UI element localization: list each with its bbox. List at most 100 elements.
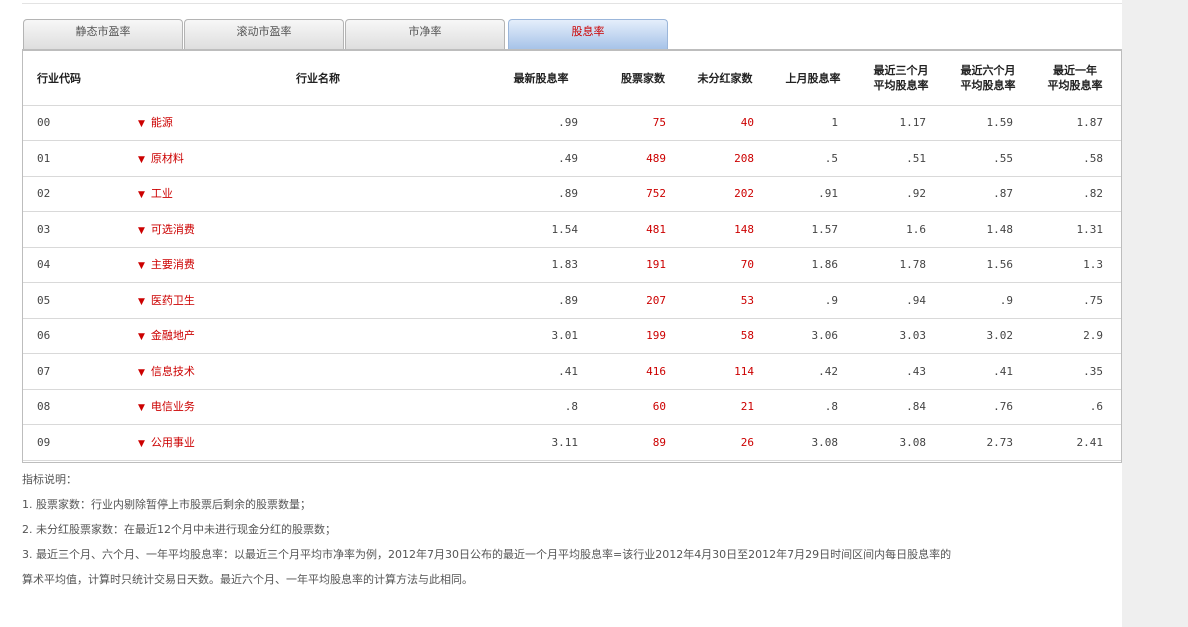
caret-down-icon: ▼ bbox=[138, 403, 145, 413]
industry-name-label: 信息技术 bbox=[150, 364, 195, 378]
table-row: 08 ▼ 电信业务 .8 60 21 .8 .84 .76 .6 bbox=[23, 390, 1121, 425]
cell-avg1y: .75 bbox=[1083, 293, 1103, 307]
caret-down-icon: ▼ bbox=[138, 119, 145, 129]
cell-nodiv: 26 bbox=[740, 435, 754, 449]
cell-avg6m: 1.48 bbox=[986, 222, 1014, 236]
table-row: 07 ▼ 信息技术 .41 416 114 .42 .43 .41 .35 bbox=[23, 355, 1121, 390]
table-row: 09 ▼ 公用事业 3.11 89 26 3.08 3.08 2.73 2.41 bbox=[23, 426, 1121, 461]
industry-name-link[interactable]: ▼ 原材料 bbox=[138, 142, 184, 176]
industry-name-label: 可选消费 bbox=[150, 222, 195, 236]
industry-name-label: 公用事业 bbox=[150, 435, 195, 449]
notes-title: 指标说明： bbox=[22, 473, 77, 486]
caret-down-icon: ▼ bbox=[138, 332, 145, 342]
cell-last-month: 1.86 bbox=[811, 258, 839, 271]
tab-pb[interactable]: 市净率 bbox=[345, 19, 505, 49]
cell-nodiv: 114 bbox=[734, 364, 754, 378]
cell-nodiv: 202 bbox=[734, 187, 754, 200]
note-item: 算术平均值，计算时只统计交易日天数。最近六个月、一年平均股息率的计算方法与此相同… bbox=[22, 573, 473, 586]
industry-code: 09 bbox=[37, 435, 51, 449]
industry-name-link[interactable]: ▼ 能源 bbox=[138, 106, 173, 140]
cell-nodiv: 40 bbox=[740, 116, 754, 129]
cell-count: 199 bbox=[646, 329, 666, 342]
cell-nodiv: 21 bbox=[740, 400, 754, 413]
note-item: 3. 最近三个月、六个月、一年平均股息率：以最近三个月平均市净率为例，2012年… bbox=[22, 548, 952, 561]
header-avg-1y: 最近一年 平均股息率 bbox=[1047, 64, 1103, 92]
header-avg-6m: 最近六个月 平均股息率 bbox=[960, 64, 1016, 92]
industry-name-label: 原材料 bbox=[150, 151, 184, 165]
table-header: 行业代码 行业名称 最新股息率 股票家数 未分红家数 上月股息率 最近三个月 平均… bbox=[23, 51, 1121, 106]
cell-last-month: .9 bbox=[824, 293, 838, 307]
industry-name-label: 工业 bbox=[150, 187, 173, 200]
industry-name-label: 电信业务 bbox=[150, 400, 195, 413]
cell-avg1y: 1.87 bbox=[1076, 116, 1104, 129]
cell-latest: 3.11 bbox=[551, 435, 579, 449]
cell-count: 416 bbox=[646, 364, 666, 378]
industry-name-link[interactable]: ▼ 公用事业 bbox=[138, 426, 195, 460]
cell-avg6m: 3.02 bbox=[986, 329, 1014, 342]
cell-avg3m: .43 bbox=[906, 364, 926, 378]
cell-last-month: .8 bbox=[824, 400, 838, 413]
industry-code: 02 bbox=[37, 187, 51, 200]
table-row: 00 ▼ 能源 .99 75 40 1 1.17 1.59 1.87 bbox=[23, 106, 1121, 141]
cell-last-month: 3.08 bbox=[811, 435, 839, 449]
right-gutter bbox=[1122, 0, 1188, 627]
cell-nodiv: 58 bbox=[740, 329, 754, 342]
cell-avg6m: .76 bbox=[993, 400, 1013, 413]
industry-code: 03 bbox=[37, 222, 51, 236]
cell-avg6m: .41 bbox=[993, 364, 1013, 378]
industry-name-link[interactable]: ▼ 主要消费 bbox=[138, 248, 195, 282]
industry-name-label: 金融地产 bbox=[150, 329, 195, 342]
caret-down-icon: ▼ bbox=[138, 296, 145, 307]
industry-name-link[interactable]: ▼ 工业 bbox=[138, 177, 173, 211]
cell-count: 89 bbox=[652, 435, 666, 449]
header-no-dividend-count: 未分红家数 bbox=[697, 71, 753, 85]
cell-avg3m: 1.17 bbox=[899, 116, 927, 129]
cell-avg1y: .82 bbox=[1083, 187, 1103, 200]
cell-avg3m: .84 bbox=[906, 400, 926, 413]
industry-name-label: 医药卫生 bbox=[150, 293, 195, 307]
tab-dividend-yield[interactable]: 股息率 bbox=[508, 19, 668, 49]
cell-last-month: 1.57 bbox=[811, 222, 839, 236]
cell-avg1y: 1.3 bbox=[1083, 258, 1103, 271]
cell-latest: .89 bbox=[558, 293, 578, 307]
cell-latest: .41 bbox=[558, 364, 578, 378]
cell-latest: 1.83 bbox=[551, 258, 579, 271]
header-latest-yield: 最新股息率 bbox=[513, 71, 569, 85]
cell-avg1y: 2.41 bbox=[1076, 435, 1104, 449]
tab-static-pe[interactable]: 静态市盈率 bbox=[23, 19, 183, 49]
note-item: 2. 未分红股票家数：在最近12个月中未进行现金分红的股票数； bbox=[22, 523, 336, 536]
note-item: 1. 股票家数：行业内剔除暂停上市股票后剩余的股票数量； bbox=[22, 498, 311, 511]
cell-avg3m: .92 bbox=[906, 187, 926, 200]
caret-down-icon: ▼ bbox=[138, 367, 145, 378]
header-code: 行业代码 bbox=[37, 71, 81, 85]
cell-avg1y: .6 bbox=[1089, 400, 1103, 413]
industry-code: 08 bbox=[37, 400, 51, 413]
header-avg-3m: 最近三个月 平均股息率 bbox=[873, 64, 929, 92]
top-divider bbox=[22, 3, 1122, 4]
cell-avg6m: .55 bbox=[993, 151, 1013, 165]
cell-count: 75 bbox=[652, 116, 666, 129]
caret-down-icon: ▼ bbox=[138, 438, 145, 449]
cell-last-month: .42 bbox=[818, 364, 838, 378]
industry-name-label: 能源 bbox=[150, 116, 173, 129]
cell-avg6m: 1.59 bbox=[986, 116, 1014, 129]
tab-rolling-pe[interactable]: 滚动市盈率 bbox=[184, 19, 344, 49]
industry-name-link[interactable]: ▼ 医药卫生 bbox=[138, 284, 195, 318]
industry-name-link[interactable]: ▼ 信息技术 bbox=[138, 355, 195, 389]
cell-last-month: .5 bbox=[824, 151, 838, 165]
table-row: 02 ▼ 工业 .89 752 202 .91 .92 .87 .82 bbox=[23, 177, 1121, 212]
industry-name-link[interactable]: ▼ 可选消费 bbox=[138, 213, 195, 247]
industry-code: 05 bbox=[37, 293, 51, 307]
industry-name-link[interactable]: ▼ 电信业务 bbox=[138, 390, 195, 424]
cell-avg3m: 3.08 bbox=[899, 435, 927, 449]
industry-name-label: 主要消费 bbox=[150, 258, 195, 271]
cell-nodiv: 70 bbox=[740, 258, 754, 271]
cell-latest: .8 bbox=[564, 400, 578, 413]
cell-avg3m: 1.6 bbox=[906, 222, 926, 236]
cell-count: 752 bbox=[646, 187, 666, 200]
cell-latest: .49 bbox=[558, 151, 578, 165]
cell-avg6m: .87 bbox=[993, 187, 1013, 200]
cell-count: 489 bbox=[646, 151, 666, 165]
cell-avg6m: 1.56 bbox=[986, 258, 1014, 271]
industry-name-link[interactable]: ▼ 金融地产 bbox=[138, 319, 195, 353]
